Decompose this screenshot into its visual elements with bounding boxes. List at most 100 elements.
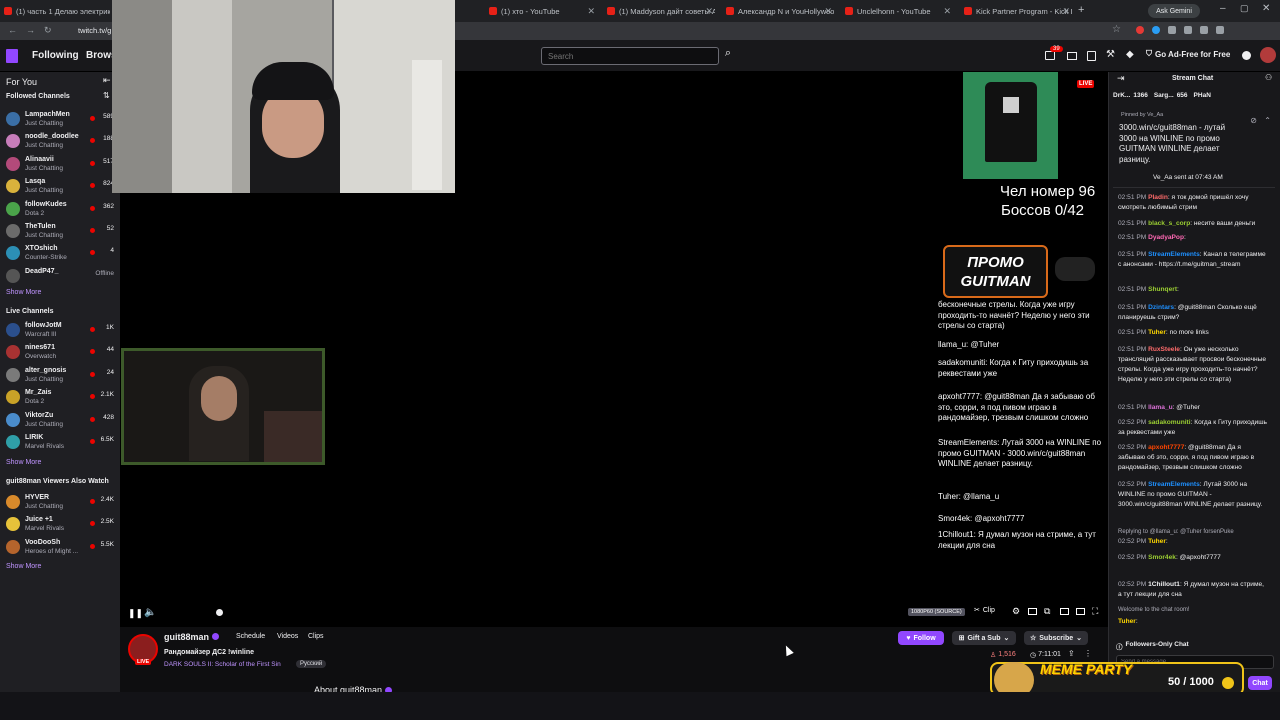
chat-username[interactable]: Smor4ek bbox=[1148, 554, 1176, 561]
whispers-icon[interactable] bbox=[1067, 52, 1077, 60]
meme-party-widget[interactable]: MEME PARTY 50 / 1000 bbox=[990, 661, 1244, 698]
pin-collapse-icon[interactable]: ⌃ bbox=[1264, 116, 1271, 125]
browser-tab[interactable]: Kick Partner Program - Kick De ✕ bbox=[960, 3, 1072, 19]
prime-icon[interactable]: ⚒ bbox=[1106, 49, 1115, 60]
chat-username[interactable]: llama_u bbox=[1148, 404, 1173, 411]
chat-message[interactable]: 02:51 PM Tuher: no more links bbox=[1118, 328, 1268, 338]
chat-message[interactable]: 02:52 PM 1Chillout1: Я думал музон на ст… bbox=[1118, 580, 1268, 600]
chat-message[interactable]: 02:52 PM Tuher: bbox=[1118, 537, 1268, 547]
sidebar-channel[interactable]: Lasqa Just Chatting 824 bbox=[0, 176, 120, 198]
chat-username[interactable]: Pladin bbox=[1148, 194, 1168, 201]
back-icon[interactable]: ← bbox=[8, 25, 17, 35]
gift-sub-button[interactable]: ⊞ Gift a Sub ⌄ bbox=[952, 631, 1016, 645]
chat-message[interactable]: 02:51 PM RuxSteele: Он уже несколько тра… bbox=[1118, 345, 1268, 385]
close-window-icon[interactable]: ✕ bbox=[1262, 3, 1270, 14]
settings-icon[interactable]: ⚙ bbox=[1012, 606, 1020, 617]
chat-username[interactable]: Shunqert bbox=[1148, 286, 1177, 293]
sidebar-channel[interactable]: LampachMen Just Chatting 589 bbox=[0, 109, 120, 131]
subscribe-button[interactable]: ☆ Subscribe ⌄ bbox=[1024, 631, 1088, 645]
more-options-icon[interactable]: ⋮ bbox=[1084, 649, 1092, 658]
forward-icon[interactable]: → bbox=[26, 25, 35, 35]
sidebar-channel[interactable]: noodle_doodlee Just Chatting 188 bbox=[0, 131, 120, 153]
browser-tab[interactable]: (1) часть 1 Делаю электрику у bbox=[0, 3, 110, 19]
leaderboard[interactable]: DrK... 1366 Sarg... 656 PHaN bbox=[1113, 92, 1279, 102]
minimize-icon[interactable]: – bbox=[1220, 3, 1226, 14]
sidebar-channel[interactable]: ViktorZu Just Chatting 428 bbox=[0, 410, 120, 432]
chat-message[interactable]: 02:52 PM apxoht7777: @guit88man Да я заб… bbox=[1118, 443, 1268, 473]
tab-close-icon[interactable]: ✕ bbox=[943, 6, 951, 17]
collapse-chat-icon[interactable]: ⇥ bbox=[1117, 73, 1125, 84]
pinned-message[interactable]: Pinned by Ve_Aa ⊘ ⌃ 3000.win/c/guit88man… bbox=[1113, 110, 1275, 188]
chat-message[interactable]: 02:51 PM DyadyaPop: bbox=[1118, 233, 1268, 243]
sidebar-channel[interactable]: Mr_Zais Dota 2 2.1K bbox=[0, 387, 120, 409]
sort-icon[interactable]: ⇅ bbox=[103, 91, 110, 100]
channel-tab-videos[interactable]: Videos bbox=[277, 633, 298, 640]
extension-icons[interactable] bbox=[1136, 26, 1256, 36]
theatre-mode-icon[interactable] bbox=[1060, 608, 1069, 615]
sidebar-channel[interactable]: LIRIK Marvel Rivals 6.5K bbox=[0, 432, 120, 454]
chat-message[interactable]: 02:52 PM StreamElements: Лутай 3000 на W… bbox=[1118, 480, 1268, 510]
chat-message[interactable]: 02:51 PM Shunqert: bbox=[1118, 285, 1268, 295]
chat-message[interactable]: 02:51 PM llama_u: @Tuher bbox=[1118, 403, 1268, 413]
sidebar-channel[interactable]: Juice +1 Marvel Rivals 2.5K bbox=[0, 514, 120, 536]
search-input[interactable] bbox=[541, 47, 719, 65]
browser-tab[interactable]: Александр N и YouHollywood ✕ bbox=[722, 3, 834, 19]
sidebar-channel[interactable]: alter_gnosis Just Chatting 24 bbox=[0, 365, 120, 387]
notifications-icon[interactable] bbox=[1045, 51, 1055, 60]
sidebar-channel[interactable]: Alinaavii Just Chatting 517 bbox=[0, 154, 120, 176]
drops-icon[interactable] bbox=[1087, 51, 1096, 61]
channel-tab-schedule[interactable]: Schedule bbox=[236, 633, 265, 640]
sidebar-channel[interactable]: followJotM Warcraft III 1K bbox=[0, 320, 120, 342]
collapse-sidebar-icon[interactable]: ⇤ bbox=[103, 75, 111, 86]
ask-gemini-button[interactable]: Ask Gemini bbox=[1148, 4, 1200, 18]
clip-button[interactable]: ✂ Clip bbox=[974, 606, 995, 615]
channel-tab-clips[interactable]: Clips bbox=[308, 633, 324, 640]
chat-username[interactable]: Tuher bbox=[1118, 618, 1136, 625]
sidebar-channel[interactable]: DeadP47_ Offline bbox=[0, 266, 120, 288]
sidebar-channel[interactable]: VooDooSh Heroes of Might ... 5.5K bbox=[0, 537, 120, 559]
search-icon[interactable]: ⌕ bbox=[720, 47, 736, 65]
chat-message[interactable]: 02:51 PM StreamElements: Канал в телегра… bbox=[1118, 250, 1268, 270]
stream-manager-icon[interactable] bbox=[1242, 51, 1251, 60]
chat-message[interactable]: 02:51 PM Pladin: я ток домой пришёл хочу… bbox=[1118, 193, 1268, 213]
user-avatar[interactable] bbox=[1260, 47, 1276, 63]
ad-free-button[interactable]: ⛉ Go Ad-Free for Free bbox=[1146, 49, 1230, 59]
sidebar-channel[interactable]: HYVER Just Chatting 2.4K bbox=[0, 492, 120, 514]
chat-username[interactable]: black_s_corp bbox=[1148, 220, 1190, 227]
reload-icon[interactable]: ↻ bbox=[44, 25, 52, 36]
leaderboard-entry[interactable]: Sarg... 656 bbox=[1154, 92, 1188, 102]
show-more-followed[interactable]: Show More bbox=[6, 289, 41, 296]
chat-message[interactable]: Tuher: bbox=[1118, 617, 1268, 627]
chat-username[interactable]: RuxSteele bbox=[1148, 346, 1180, 353]
chat-message[interactable]: 02:51 PM black_s_corp: несите ваши деньг… bbox=[1118, 219, 1268, 229]
chat-username[interactable]: StreamElements bbox=[1148, 251, 1200, 258]
sidebar-channel[interactable]: TheTulen Just Chatting 52 bbox=[0, 221, 120, 243]
pin-close-icon[interactable]: ⊘ bbox=[1250, 116, 1257, 125]
tab-close-icon[interactable]: ✕ bbox=[587, 6, 595, 17]
url-field[interactable]: twitch.tv/g bbox=[78, 26, 111, 35]
leaderboard-entry[interactable]: PHaN bbox=[1194, 92, 1214, 102]
new-tab-icon[interactable]: + bbox=[1078, 4, 1084, 16]
volume-icon[interactable]: 🔈 bbox=[144, 607, 156, 618]
pause-icon[interactable]: ❚❚ bbox=[128, 608, 143, 619]
follow-button[interactable]: ♥ Follow bbox=[898, 631, 944, 645]
chat-username[interactable]: apxoht7777 bbox=[1148, 444, 1184, 451]
share-icon[interactable]: ⇪ bbox=[1068, 649, 1075, 658]
chat-send-button[interactable]: Chat bbox=[1248, 676, 1272, 690]
tab-close-icon[interactable]: ✕ bbox=[1062, 6, 1070, 17]
chat-username[interactable]: StreamElements bbox=[1148, 481, 1200, 488]
chat-username[interactable]: sadakomuniti bbox=[1148, 419, 1191, 426]
show-more-also[interactable]: Show More bbox=[6, 563, 41, 570]
browser-tab[interactable]: (1) Maddyson дайт советы Ан ✕ bbox=[603, 3, 715, 19]
nav-following[interactable]: Following bbox=[32, 50, 79, 61]
maximize-icon[interactable]: ▢ bbox=[1240, 3, 1249, 14]
chat-username[interactable]: DyadyaPop bbox=[1148, 234, 1184, 241]
volume-slider[interactable] bbox=[216, 609, 223, 616]
browser-tab[interactable]: (1) хто - YouTube ✕ bbox=[485, 3, 597, 19]
chat-username[interactable]: Tuher bbox=[1148, 329, 1166, 336]
chat-message[interactable]: 02:52 PM Smor4ek: @apxoht7777 bbox=[1118, 553, 1268, 563]
chat-message[interactable]: 02:52 PM sadakomuniti: Когда к Гиту прих… bbox=[1118, 418, 1268, 438]
chat-users-icon[interactable]: ⚇ bbox=[1265, 73, 1272, 82]
stream-game[interactable]: DARK SOULS II: Scholar of the First Sin bbox=[164, 661, 281, 668]
language-tag[interactable]: Русский bbox=[296, 660, 327, 668]
